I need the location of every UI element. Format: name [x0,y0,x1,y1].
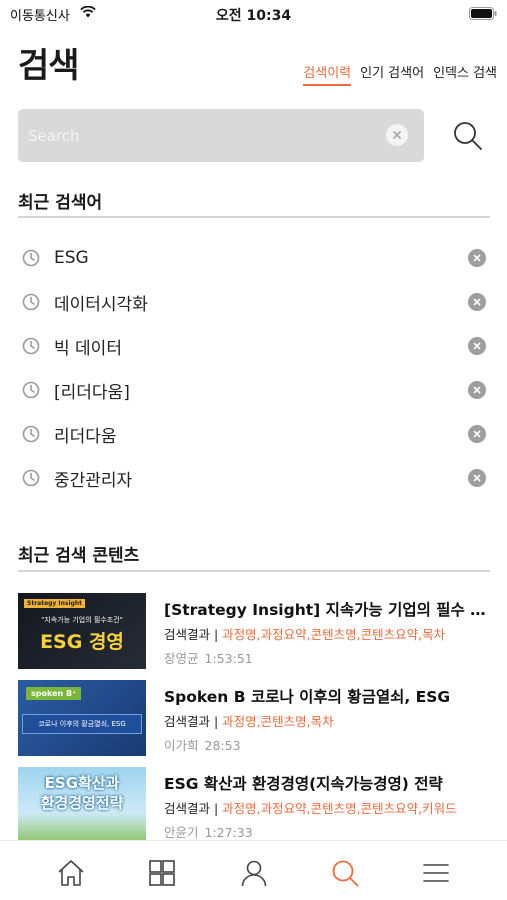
thumbnail-line2: 환경경영전략 [40,794,124,812]
meta-fields: 과정명,콘텐츠명,목차 [222,714,334,729]
section-divider [18,216,490,218]
tab-popular-keywords[interactable]: 인기 검색어 [360,62,424,86]
content-thumbnail: Strategy Insight "지속가능 기업의 필수조건" ESG 경영 [18,593,146,669]
remove-search-icon[interactable] [468,337,486,355]
content-item[interactable]: spoken B⁺ 코로나 이후의 황금열쇠, ESG Spoken B 코로나… [18,680,490,760]
recent-searches-title: 최근 검색어 [18,193,103,213]
search-box [18,109,424,162]
recent-search-item[interactable]: 빅 데이터 [18,324,490,368]
content-title: ESG 확산과 환경경영(지속가능경영) 전략 [164,775,443,793]
content-author: 안윤기 [164,825,199,840]
recent-search-item[interactable]: 리더다움 [18,412,490,456]
clock-icon [22,469,40,487]
content-meta: 검색결과 | 과정명,과정요약,콘텐츠명,콘텐츠요약,목차 [164,624,490,643]
clock-icon [22,337,40,355]
status-time: 오전 10:34 [215,8,292,24]
home-icon [58,860,84,886]
section-divider [18,570,490,572]
thumbnail-line2: ESG 경영 [40,631,124,653]
tab-bar-profile[interactable] [238,857,270,889]
remove-search-icon[interactable] [468,469,486,487]
content-thumbnail: ESG확산과 환경경영전략 [18,767,146,843]
thumbnail-line1: ESG확산과 [44,774,120,792]
recent-search-label: ESG [54,248,89,268]
content-meta: 검색결과 | 과정명,과정요약,콘텐츠명,콘텐츠요약,키워드 [164,798,490,817]
recent-search-label: 빅 데이터 [54,338,122,359]
status-bar: 이동통신사 오전 10:34 [0,0,507,28]
clock-icon [22,381,40,399]
recent-search-label: 데이터시각화 [54,294,148,315]
meta-fields: 과정명,과정요약,콘텐츠명,콘텐츠요약,목차 [222,627,446,642]
content-duration: 1:53:51 [204,651,253,666]
content-title: Spoken B 코로나 이후의 황금열쇠, ESG [164,688,451,706]
content-thumbnail: spoken B⁺ 코로나 이후의 황금열쇠, ESG [18,680,146,756]
remove-search-icon[interactable] [468,381,486,399]
tab-index-search[interactable]: 인덱스 검색 [433,62,497,86]
clock-icon [22,425,40,443]
content-sub: 안윤기 1:27:33 [164,822,253,841]
meta-label: 검색결과 | [164,801,223,816]
meta-label: 검색결과 | [164,627,223,642]
content-meta: 검색결과 | 과정명,콘텐츠명,목차 [164,711,490,730]
header-tabs: 검색이력 인기 검색어 인덱스 검색 [303,62,497,86]
meta-fields: 과정명,과정요약,콘텐츠명,콘텐츠요약,키워드 [222,801,457,816]
recent-search-item[interactable]: 데이터시각화 [18,280,490,324]
content-item[interactable]: Strategy Insight "지속가능 기업의 필수조건" ESG 경영 … [18,593,490,673]
clock-icon [22,249,40,267]
remove-search-icon[interactable] [468,249,486,267]
recent-contents-title: 최근 검색 콘텐츠 [18,546,140,566]
clock-icon [22,293,40,311]
page-title: 검색 [18,46,80,86]
menu-icon [423,864,449,882]
category-icon [149,860,175,886]
content-author: 장영균 [164,651,199,666]
search-input[interactable] [28,109,378,162]
user-icon [241,860,267,887]
content-item[interactable]: ESG확산과 환경경영전략 ESG 확산과 환경경영(지속가능경영) 전략 검색… [18,767,490,847]
content-duration: 1:27:33 [204,825,253,840]
content-title: [Strategy Insight] 지속가능 기업의 필수 조건 ESG 경영 [164,601,490,619]
recent-search-label: [리더다움] [54,382,130,403]
content-sub: 이가희 28:53 [164,735,241,754]
search-button-icon[interactable] [452,120,484,152]
tab-bar-category[interactable] [146,857,178,889]
content-sub: 장영균 1:53:51 [164,648,253,667]
recent-search-label: 중간관리자 [54,470,133,491]
thumbnail-tag: Strategy Insight [24,599,85,608]
tab-search-history[interactable]: 검색이력 [303,62,352,86]
battery-icon [469,7,497,20]
content-author: 이가희 [164,738,199,753]
thumbnail-line1: "지속가능 기업의 필수조건" [41,616,123,624]
thumbnail-tag: spoken B⁺ [26,687,82,700]
recent-search-item[interactable]: [리더다움] [18,368,490,412]
remove-search-icon[interactable] [468,425,486,443]
meta-label: 검색결과 | [164,714,223,729]
bottom-tab-bar [0,840,507,900]
tab-bar-search[interactable] [329,857,361,889]
tab-bar-menu[interactable] [420,857,452,889]
recent-search-label: 리더다움 [54,426,117,447]
clear-search-icon[interactable] [386,124,408,146]
recent-search-item[interactable]: ESG [18,236,490,280]
thumbnail-line1: 코로나 이후의 황금열쇠, ESG [22,714,142,734]
tab-bar-home[interactable] [55,857,87,889]
recent-search-item[interactable]: 중간관리자 [18,456,490,500]
content-duration: 28:53 [204,738,241,753]
search-icon [332,860,359,887]
remove-search-icon[interactable] [468,293,486,311]
